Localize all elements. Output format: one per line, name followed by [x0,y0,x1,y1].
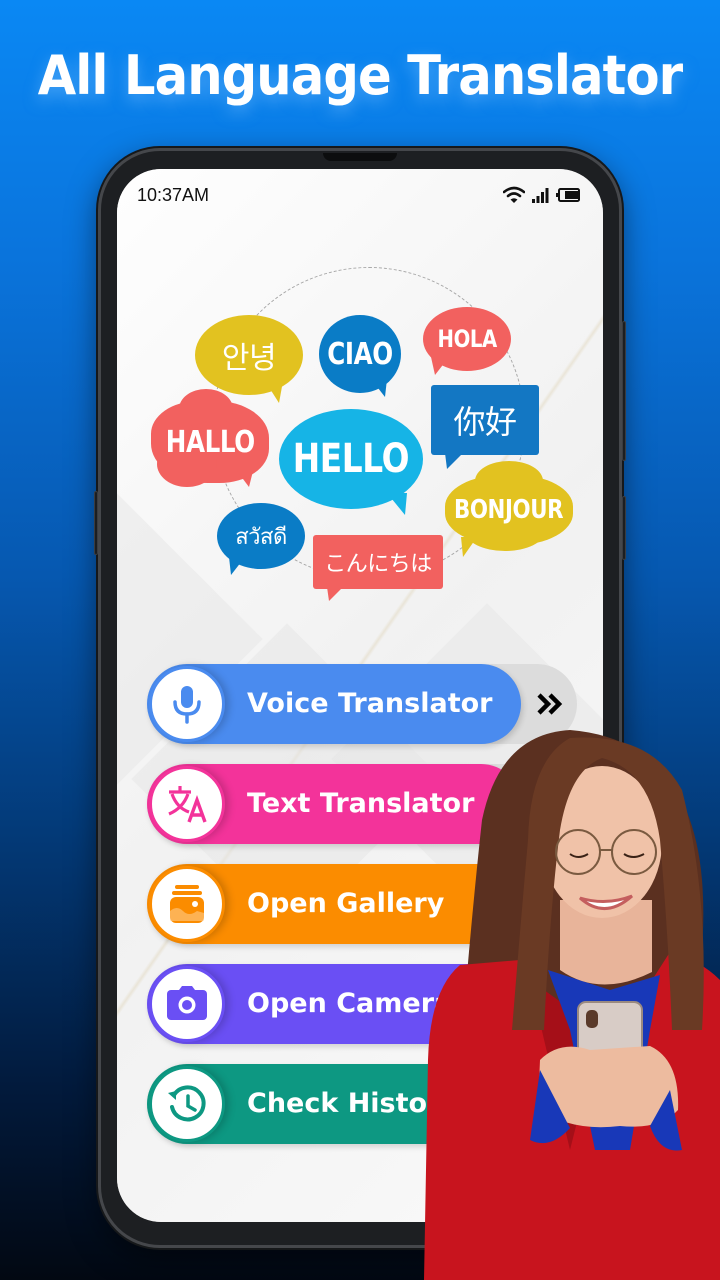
greeting-bubble-thai: สวัสดี [217,503,305,575]
greeting-bubble-japanese: こんにちは [313,535,443,601]
greeting-text: HELLO [292,436,410,482]
phone-volume-down-button [622,496,626,560]
double-chevron-right-icon[interactable] [535,690,565,718]
greeting-bubble-spanish: HOLA [423,307,511,375]
menu-icon-circle [149,766,225,842]
greeting-text: BONJOUR [454,495,564,525]
microphone-icon [173,686,201,724]
camera-icon [167,986,207,1020]
greeting-text: 안녕 [221,341,277,376]
greeting-bubble-korean: 안녕 [195,315,303,403]
greeting-text: こんにちは [324,552,432,577]
greeting-bubble-chinese: 你好 [431,385,539,469]
phone-notch [323,153,397,161]
greeting-text: สวัสดี [235,524,287,550]
greeting-text: HALLO [165,424,255,460]
greeting-bubble-italian: CIAO [319,315,401,397]
greeting-text: 你好 [453,403,517,441]
phone-volume-up-button [622,321,626,461]
menu-icon-circle [149,1066,225,1142]
menu-label: Open Gallery [247,888,445,919]
menu-icon-circle [149,866,225,942]
history-icon [168,1085,206,1122]
greeting-text: CIAO [327,336,393,372]
woman-holding-phone-illustration [424,730,720,1280]
translate-icon [168,786,207,823]
phone-side-button [94,491,98,555]
gallery-icon [170,885,204,923]
menu-icon-circle [149,666,225,742]
headline: All Language Translator [37,44,683,107]
greeting-bubble-english: HELLO [279,409,423,515]
greeting-illustration: 안녕 CIAO HOLA 你好 HALLO HELLO BONJOUR สวัส… [117,169,603,629]
menu-icon-circle [149,966,225,1042]
greeting-text: HOLA [437,325,497,353]
greeting-bubble-german: HALLO [151,389,269,487]
greeting-bubble-french: BONJOUR [445,461,573,557]
